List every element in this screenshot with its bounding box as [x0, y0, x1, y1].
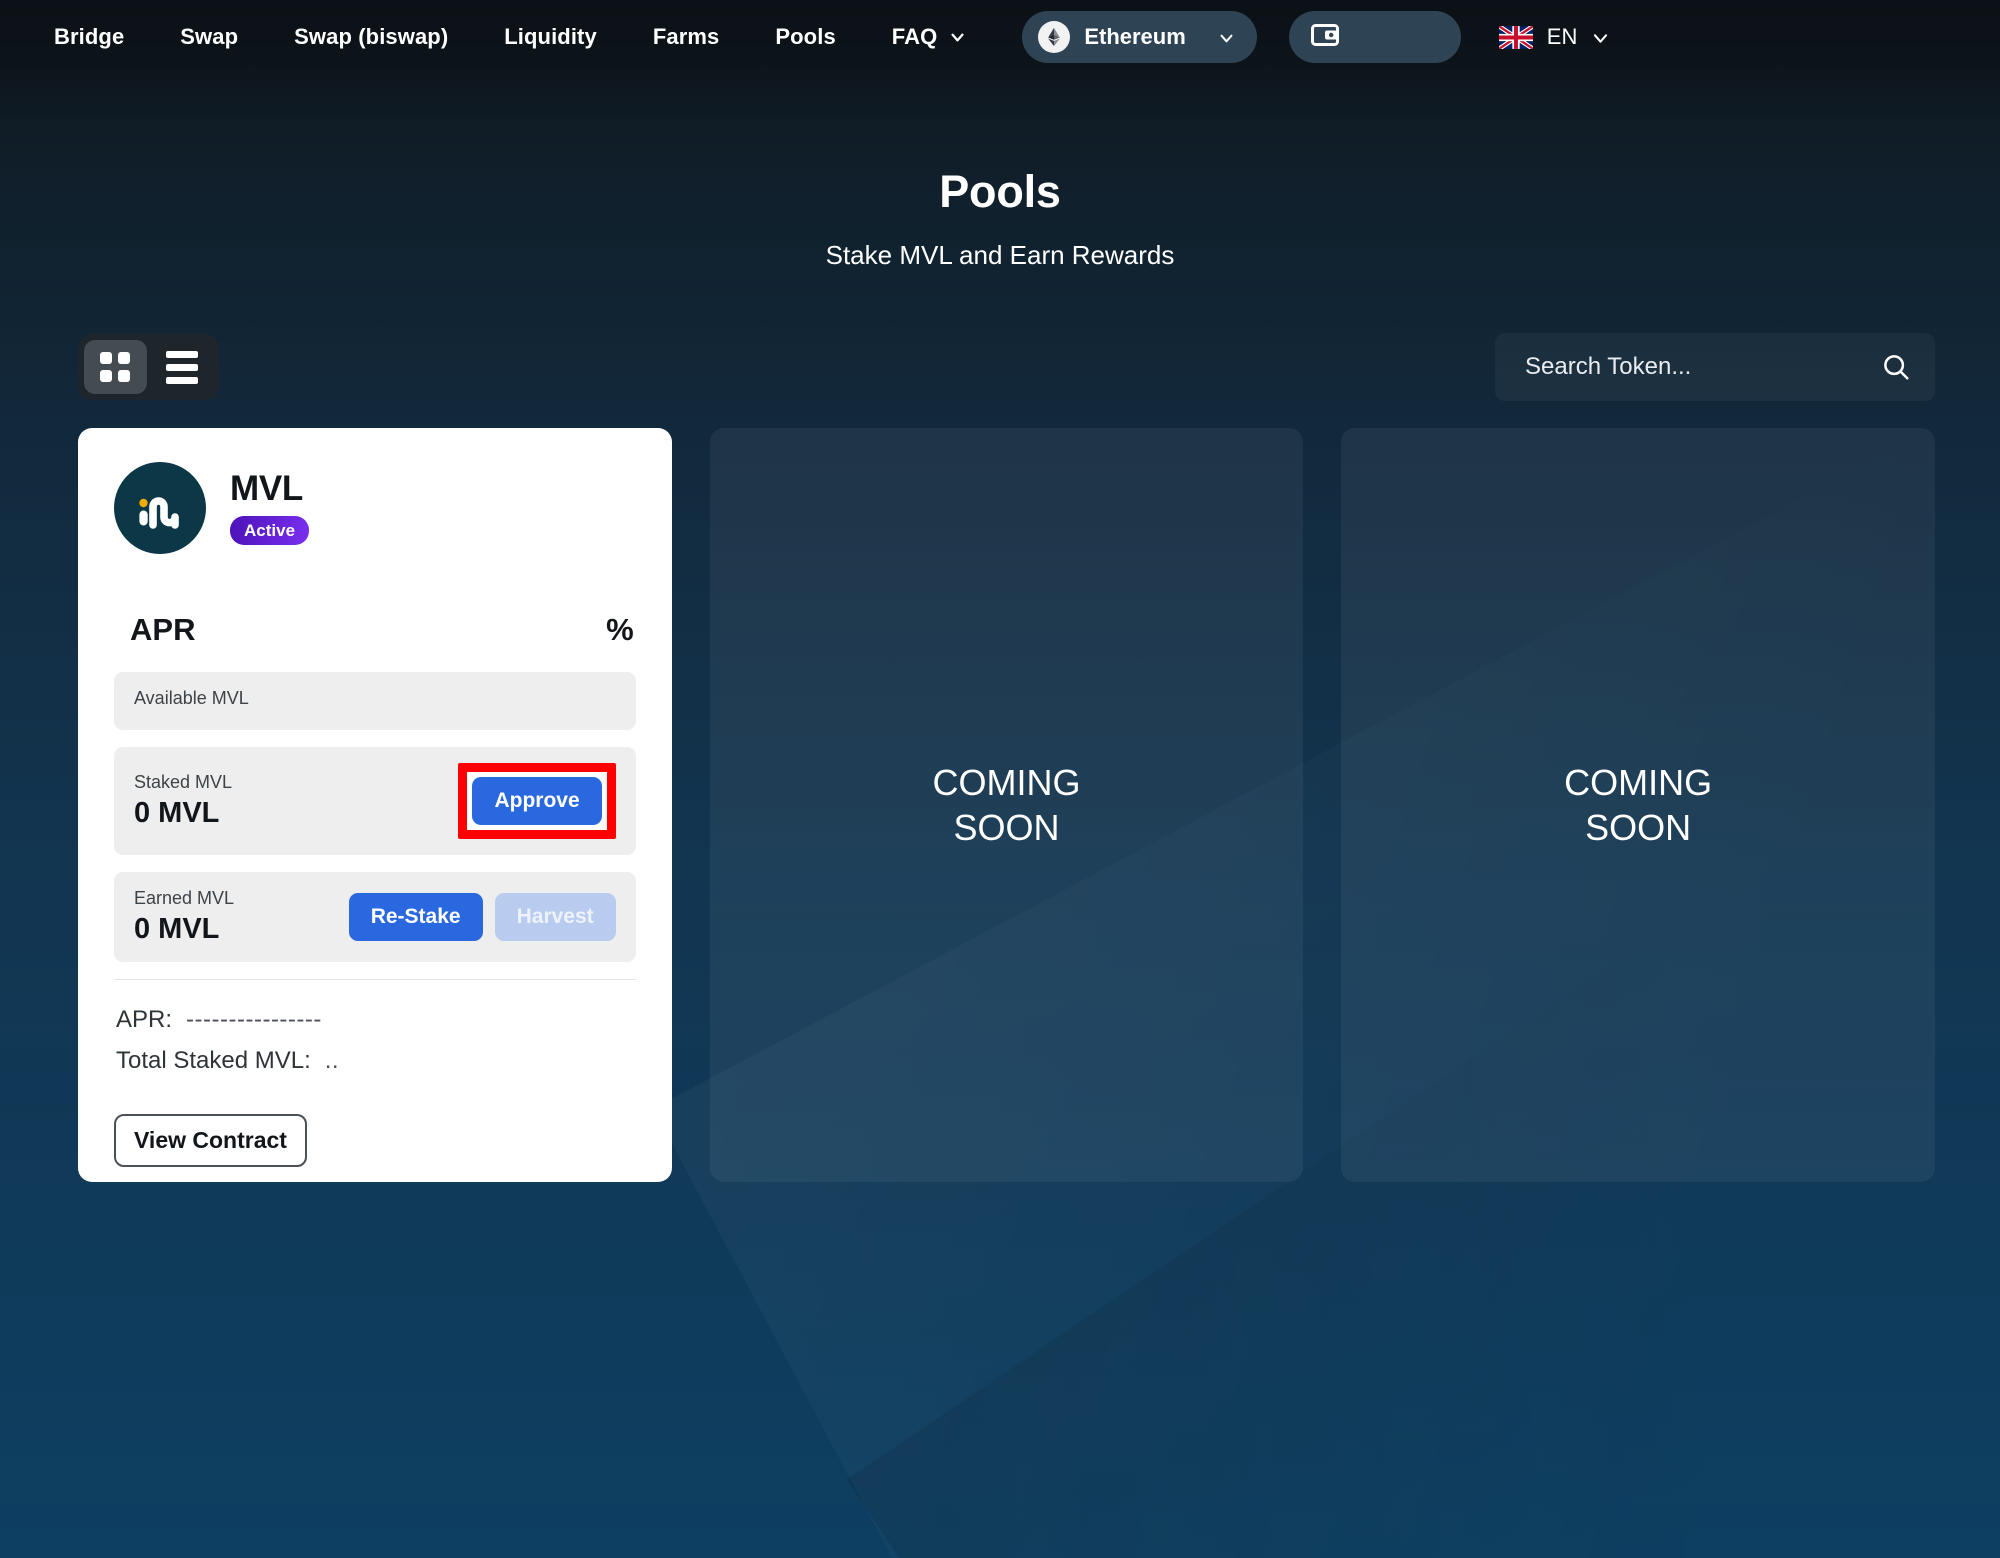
ethereum-icon: [1038, 21, 1071, 53]
footer-apr-label: APR:: [116, 1005, 173, 1033]
nav-item-faq-label: FAQ: [891, 24, 938, 49]
apr-row: APR %: [114, 588, 636, 672]
uk-flag-icon: [1498, 25, 1533, 49]
earned-balance-left: Earned MVL 0 MVL: [134, 888, 234, 946]
harvest-button: Harvest: [494, 892, 616, 941]
nav-item-bridge[interactable]: Bridge: [26, 14, 152, 60]
staked-balance-amount: 0 MVL: [134, 797, 220, 830]
approve-button-highlight: Approve: [458, 763, 616, 839]
nav-item-liquidity[interactable]: Liquidity: [476, 14, 625, 60]
nav-item-pools[interactable]: Pools: [747, 14, 863, 60]
approve-button[interactable]: Approve: [472, 777, 602, 825]
staked-balance-caption: Staked MVL: [134, 772, 233, 793]
apr-label: APR: [130, 612, 196, 647]
earned-balance-box: Earned MVL 0 MVL Re-Stake Harvest: [114, 872, 636, 962]
view-contract-button[interactable]: View Contract: [114, 1113, 307, 1167]
pool-card-header: MVL Active: [114, 462, 636, 588]
page-header: Pools Stake MVL and Earn Rewards: [0, 166, 2000, 271]
coming-soon-card-1: COMING SOON: [709, 428, 1304, 1182]
earned-balance-caption: Earned MVL: [134, 888, 235, 908]
page-title: Pools: [939, 166, 1061, 217]
footer-apr-line: APR: ----------------: [114, 1006, 636, 1034]
network-selector[interactable]: Ethereum: [1022, 11, 1257, 63]
coming-soon-line-1: COMING: [932, 762, 1081, 803]
pools-card-grid: MVL Active APR % Available MVL Staked MV…: [78, 428, 1935, 1182]
top-navigation-bar: Bridge Swap Swap (biswap) Liquidity Farm…: [0, 0, 2000, 74]
grid-icon: [100, 352, 131, 382]
pool-card-footer: APR: ---------------- Total Staked MVL: …: [114, 978, 636, 1197]
language-label: EN: [1546, 24, 1578, 49]
pool-token-meta: MVL Active: [230, 469, 310, 545]
network-name: Ethereum: [1084, 24, 1186, 49]
nav-right-controls: Ethereum EN: [1022, 11, 1614, 63]
available-balance-left: Available MVL: [134, 688, 249, 714]
nav-item-swap-biswap[interactable]: Swap (biswap): [266, 14, 476, 60]
earned-actions: Re-Stake Harvest: [348, 892, 616, 941]
coming-soon-text-1: COMING SOON: [932, 760, 1080, 850]
search-token-box[interactable]: [1495, 333, 1935, 401]
chevron-down-icon: [1218, 29, 1235, 46]
status-badge: Active: [230, 516, 310, 545]
list-view-button[interactable]: [151, 340, 214, 394]
nav-item-faq[interactable]: FAQ: [864, 14, 995, 60]
chevron-down-icon: [949, 29, 966, 46]
footer-total-staked-label: Total Staked MVL:: [116, 1046, 311, 1074]
footer-divider: [114, 978, 636, 980]
search-icon[interactable]: [1881, 352, 1911, 382]
coming-soon-card-2: COMING SOON: [1341, 428, 1935, 1182]
coming-soon-line-1: COMING: [1564, 762, 1713, 803]
token-name: MVL: [230, 469, 303, 508]
re-stake-button[interactable]: Re-Stake: [348, 892, 483, 941]
nav-links: Bridge Swap Swap (biswap) Liquidity Farm…: [26, 14, 994, 60]
list-icon: [165, 350, 198, 384]
footer-apr-value: ----------------: [186, 1005, 322, 1033]
wallet-icon: [1310, 22, 1339, 53]
grid-view-button[interactable]: [84, 340, 147, 394]
pools-toolbar: [78, 333, 1935, 401]
wallet-connect-button[interactable]: [1288, 11, 1461, 63]
staked-balance-box: Staked MVL 0 MVL Approve: [114, 747, 636, 855]
coming-soon-text-2: COMING SOON: [1564, 760, 1712, 850]
search-input[interactable]: [1525, 353, 1881, 381]
available-balance-caption: Available MVL: [134, 688, 249, 708]
apr-value: %: [606, 612, 634, 647]
footer-total-staked-value: ..: [324, 1046, 340, 1074]
chevron-down-icon: [1591, 29, 1608, 46]
page-subtitle: Stake MVL and Earn Rewards: [825, 240, 1175, 270]
pool-card-mvl: MVL Active APR % Available MVL Staked MV…: [78, 428, 672, 1182]
staked-balance-left: Staked MVL 0 MVL: [134, 772, 232, 830]
nav-item-swap[interactable]: Swap: [152, 14, 266, 60]
coming-soon-line-2: SOON: [1585, 807, 1692, 848]
mvl-logo-icon: [114, 462, 206, 554]
earned-balance-amount: 0 MVL: [134, 913, 220, 945]
language-selector[interactable]: EN: [1498, 24, 1615, 50]
view-mode-toggle: [78, 334, 219, 400]
nav-item-farms[interactable]: Farms: [625, 14, 748, 60]
coming-soon-line-2: SOON: [953, 807, 1060, 848]
footer-total-staked-line: Total Staked MVL: ..: [114, 1047, 636, 1075]
available-balance-box: Available MVL: [114, 672, 636, 730]
